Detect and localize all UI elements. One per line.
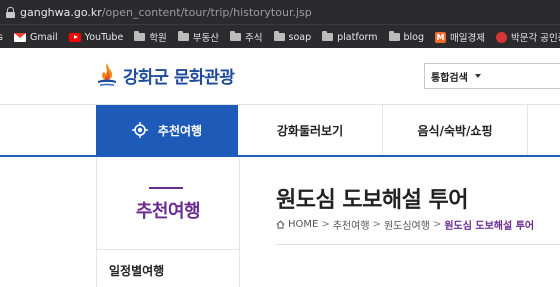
lock-icon xyxy=(6,6,15,18)
nav-divider xyxy=(527,105,528,155)
bookmarks-bar: s Gmail YouTube 학원 부동산 주식 soap platform … xyxy=(0,24,560,49)
home-icon xyxy=(276,220,285,229)
sidebar-title: 추천여행 xyxy=(135,201,201,222)
youtube-icon xyxy=(68,32,81,42)
gmail-icon xyxy=(13,32,26,42)
folder-icon xyxy=(230,31,242,41)
breadcrumb-old-town[interactable]: 원도심여행 xyxy=(384,217,430,232)
folder-icon xyxy=(273,31,285,41)
breadcrumb-separator: > xyxy=(321,219,330,230)
bookmark-folder-realestate[interactable]: 부동산 xyxy=(177,30,219,44)
folder-icon xyxy=(177,31,189,41)
folder-icon xyxy=(388,31,400,41)
folder-icon xyxy=(134,31,146,41)
bakmungak-icon xyxy=(496,31,507,43)
page-title: 원도심 도보해설 투어 xyxy=(276,188,468,213)
sidebar: 추천여행 일정별여행 xyxy=(96,157,240,287)
site-header: 강화군 문화관광 통합검색 xyxy=(0,48,560,105)
logo-flame-icon xyxy=(98,63,116,86)
breadcrumb-recommended[interactable]: 추천여행 xyxy=(333,217,370,232)
url-text[interactable]: ganghwa.go.kr/open_content/tour/trip/his… xyxy=(20,6,312,19)
breadcrumb: HOME > 추천여행 > 원도심여행 > 원도심 도보해설 투어 xyxy=(276,217,534,232)
bookmark-folder-blog[interactable]: blog xyxy=(388,31,424,43)
sidebar-item-itinerary-trips[interactable]: 일정별여행 xyxy=(109,262,164,279)
search-scope-select[interactable]: 통합검색 xyxy=(424,63,560,89)
nav-item-food-lodging-shopping[interactable]: 음식/숙박/쇼핑 xyxy=(383,105,527,155)
target-icon xyxy=(131,122,148,138)
bookmark-gmail[interactable]: Gmail xyxy=(13,32,58,43)
maeil-icon: M xyxy=(435,31,447,43)
bookmark-folder-platform[interactable]: platform xyxy=(322,31,378,43)
site-logo[interactable]: 강화군 문화관광 xyxy=(95,62,235,88)
bookmark-folder-academy[interactable]: 학원 xyxy=(134,30,167,44)
logo-text: 강화군 문화관광 xyxy=(123,67,235,88)
breadcrumb-separator: > xyxy=(432,219,442,230)
content-divider xyxy=(276,244,560,245)
breadcrumb-separator: > xyxy=(372,219,381,230)
nav-item-explore-ganghwa[interactable]: 강화둘러보기 xyxy=(238,105,382,155)
bookmark-folder-stocks[interactable]: 주식 xyxy=(230,30,263,44)
sidebar-divider xyxy=(97,249,239,250)
bookmark-s[interactable]: s xyxy=(0,32,3,43)
bookmark-folder-soap[interactable]: soap xyxy=(273,31,311,43)
address-bar[interactable]: ganghwa.go.kr/open_content/tour/trip/his… xyxy=(0,0,560,24)
bookmark-bakmungak[interactable]: 박문각 공인중개 xyxy=(496,30,560,44)
nav-item-recommended-trips[interactable]: 추천여행 xyxy=(96,105,238,155)
chevron-down-icon xyxy=(474,74,481,78)
breadcrumb-home[interactable]: HOME xyxy=(288,219,318,230)
breadcrumb-current: 원도심 도보해설 투어 xyxy=(444,221,535,232)
sidebar-title-bar xyxy=(149,187,183,189)
main-nav: 추천여행 강화둘러보기 음식/숙박/쇼핑 xyxy=(0,105,560,157)
bookmark-youtube[interactable]: YouTube xyxy=(68,32,123,43)
bookmark-maeil[interactable]: M 매일경제 xyxy=(435,30,485,44)
folder-icon xyxy=(322,31,334,41)
